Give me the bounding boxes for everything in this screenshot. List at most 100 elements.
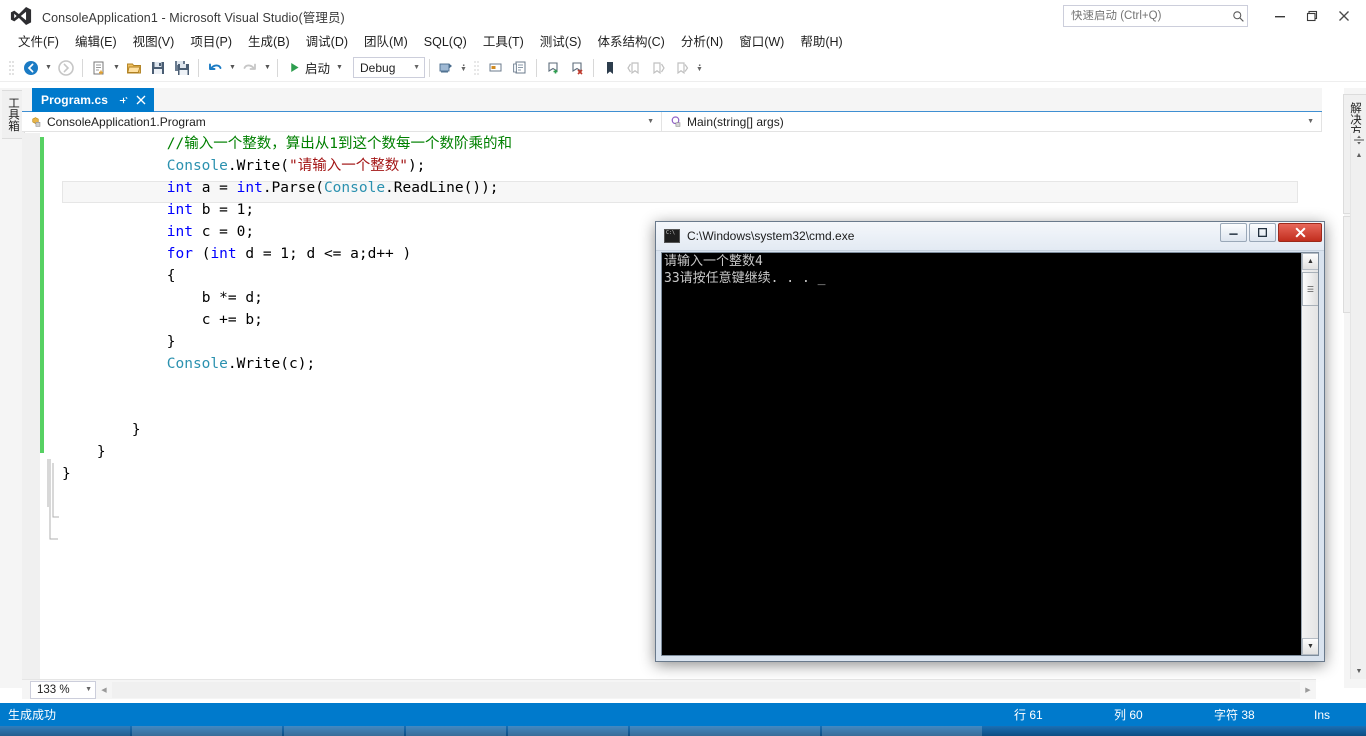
minimize-button[interactable]: [1264, 1, 1296, 31]
taskbar-button-6[interactable]: [822, 726, 982, 736]
code-token: .ReadLine());: [385, 180, 499, 196]
save-all-icon[interactable]: [171, 57, 193, 79]
taskbar-button-3[interactable]: [406, 726, 506, 736]
console-output-area[interactable]: 请输入一个整数4 33请按任意键继续. . . _ ▲ ☰ ▼: [661, 252, 1319, 656]
outlining-margin[interactable]: [46, 133, 60, 679]
new-item-dropdown-icon[interactable]: ▼: [111, 57, 122, 79]
editor-vertical-scrollbar[interactable]: ▲ ▼: [1350, 133, 1366, 679]
remove-bookmark-icon[interactable]: [566, 57, 588, 79]
console-minimize-button[interactable]: [1220, 223, 1247, 242]
code-token: (: [192, 246, 211, 262]
windows-taskbar[interactable]: [0, 726, 1366, 736]
toolbar-overflow-icon[interactable]: ▪ ▼: [458, 57, 469, 79]
menu-item-window[interactable]: 窗口(W): [731, 31, 792, 53]
code-token: b = 1;: [192, 202, 255, 218]
zoom-level-combo[interactable]: 133 % ▼: [30, 680, 96, 699]
toggle-bookmark-icon[interactable]: [599, 57, 621, 79]
navigate-forward-icon[interactable]: [55, 57, 77, 79]
pin-icon[interactable]: [116, 93, 130, 107]
quick-launch-input[interactable]: [1064, 10, 1229, 22]
menu-item-sql[interactable]: SQL(Q): [416, 31, 475, 53]
scroll-down-arrow-icon[interactable]: ▼: [1351, 663, 1366, 679]
cmd-console-window[interactable]: C:\ C:\Windows\system32\cmd.exe 请输入一个整数4…: [655, 221, 1325, 662]
insert-mode-indicator[interactable]: Ins: [1314, 708, 1366, 722]
scroll-left-arrow-icon[interactable]: ◀: [96, 682, 112, 698]
taskbar-button-2[interactable]: [284, 726, 404, 736]
previous-bookmark-icon[interactable]: [623, 57, 645, 79]
undo-dropdown-icon[interactable]: ▼: [227, 57, 238, 79]
comment-icon[interactable]: [485, 57, 507, 79]
toolbar-overflow-icon[interactable]: ▪ ▼: [694, 57, 705, 79]
uncomment-icon[interactable]: [509, 57, 531, 79]
chevron-down-icon[interactable]: ▼: [85, 686, 92, 693]
code-token: "请输入一个整数": [288, 158, 408, 174]
solution-configuration-value: Debug: [360, 60, 396, 75]
scroll-right-arrow-icon[interactable]: ▶: [1300, 682, 1316, 698]
menu-item-help[interactable]: 帮助(H): [792, 31, 850, 53]
tab-program-cs[interactable]: Program.cs: [32, 88, 155, 112]
menu-item-project[interactable]: 项目(P): [182, 31, 240, 53]
class-icon: [28, 115, 42, 129]
quick-launch-box[interactable]: [1063, 5, 1248, 27]
close-icon[interactable]: [134, 93, 148, 107]
menu-item-edit[interactable]: 编辑(E): [67, 31, 125, 53]
console-title-bar[interactable]: C:\ C:\Windows\system32\cmd.exe: [656, 222, 1324, 251]
toolbar-grip-icon[interactable]: [7, 59, 16, 77]
editor-indicator-margin[interactable]: [22, 133, 40, 679]
split-view-icon[interactable]: [1351, 133, 1366, 147]
new-item-icon[interactable]: [88, 57, 110, 79]
navigate-back-icon[interactable]: [20, 57, 42, 79]
taskbar-button-5[interactable]: [630, 726, 820, 736]
horizontal-scroll-track[interactable]: [112, 681, 1300, 698]
menu-item-test[interactable]: 测试(S): [532, 31, 590, 53]
add-bookmark-icon[interactable]: [542, 57, 564, 79]
type-scope-combo[interactable]: ConsoleApplication1.Program ▼: [22, 112, 662, 131]
next-bookmark-icon[interactable]: [647, 57, 669, 79]
caret-column-indicator: 列 60: [1114, 708, 1143, 722]
console-scroll-up-arrow-icon[interactable]: ▲: [1302, 253, 1318, 270]
save-icon[interactable]: [147, 57, 169, 79]
standard-toolbar: ▼ ▼ ▼ ▼ 启动 ▼ Debug ▼ ▪ ▼ ▪ ▼: [0, 54, 1366, 82]
chevron-down-icon[interactable]: ▼: [647, 118, 654, 125]
menu-item-team[interactable]: 团队(M): [356, 31, 416, 53]
toolbar-grip-icon[interactable]: [472, 59, 481, 77]
taskbar-button-4[interactable]: [508, 726, 628, 736]
chevron-down-icon[interactable]: ▼: [1307, 118, 1314, 125]
attach-process-icon[interactable]: [435, 57, 457, 79]
menu-item-architecture[interactable]: 体系结构(C): [589, 31, 672, 53]
start-debug-button[interactable]: 启动: [284, 57, 334, 79]
menu-item-analyze[interactable]: 分析(N): [673, 31, 731, 53]
console-scrollbar-thumb[interactable]: ☰: [1302, 272, 1318, 306]
member-scope-label: Main(string[] args): [687, 114, 784, 129]
solution-configuration-combo[interactable]: Debug ▼: [353, 57, 426, 78]
document-tab-strip: Program.cs: [22, 88, 1322, 112]
menu-item-debug[interactable]: 调试(D): [298, 31, 356, 53]
console-vertical-scrollbar[interactable]: ▲ ☰ ▼: [1301, 253, 1318, 655]
chevron-down-icon[interactable]: ▼: [413, 64, 420, 71]
console-window-title: C:\Windows\system32\cmd.exe: [687, 229, 855, 243]
code-token: }: [62, 466, 71, 482]
taskbar-button-1[interactable]: [132, 726, 282, 736]
taskbar-start-area[interactable]: [0, 726, 130, 736]
scroll-up-arrow-icon[interactable]: ▲: [1351, 147, 1366, 163]
redo-icon[interactable]: [239, 57, 261, 79]
menu-item-file[interactable]: 文件(F): [10, 31, 67, 53]
code-token: }: [96, 444, 106, 460]
navigate-back-dropdown-icon[interactable]: ▼: [43, 57, 54, 79]
member-scope-combo[interactable]: Main(string[] args) ▼: [662, 112, 1322, 131]
console-close-button[interactable]: [1278, 223, 1322, 242]
console-scroll-down-arrow-icon[interactable]: ▼: [1302, 638, 1318, 655]
menu-item-view[interactable]: 视图(V): [125, 31, 183, 53]
menu-item-build[interactable]: 生成(B): [240, 31, 298, 53]
clear-bookmark-icon[interactable]: [671, 57, 693, 79]
maximize-button[interactable]: [1296, 1, 1328, 31]
code-token: {: [166, 268, 176, 284]
undo-icon[interactable]: [204, 57, 226, 79]
redo-dropdown-icon[interactable]: ▼: [262, 57, 273, 79]
search-icon[interactable]: [1229, 7, 1247, 25]
menu-item-tools[interactable]: 工具(T): [475, 31, 532, 53]
console-maximize-button[interactable]: [1249, 223, 1276, 242]
start-debug-dropdown-icon[interactable]: ▼: [334, 57, 345, 79]
open-file-icon[interactable]: [123, 57, 145, 79]
close-button[interactable]: [1328, 1, 1360, 31]
